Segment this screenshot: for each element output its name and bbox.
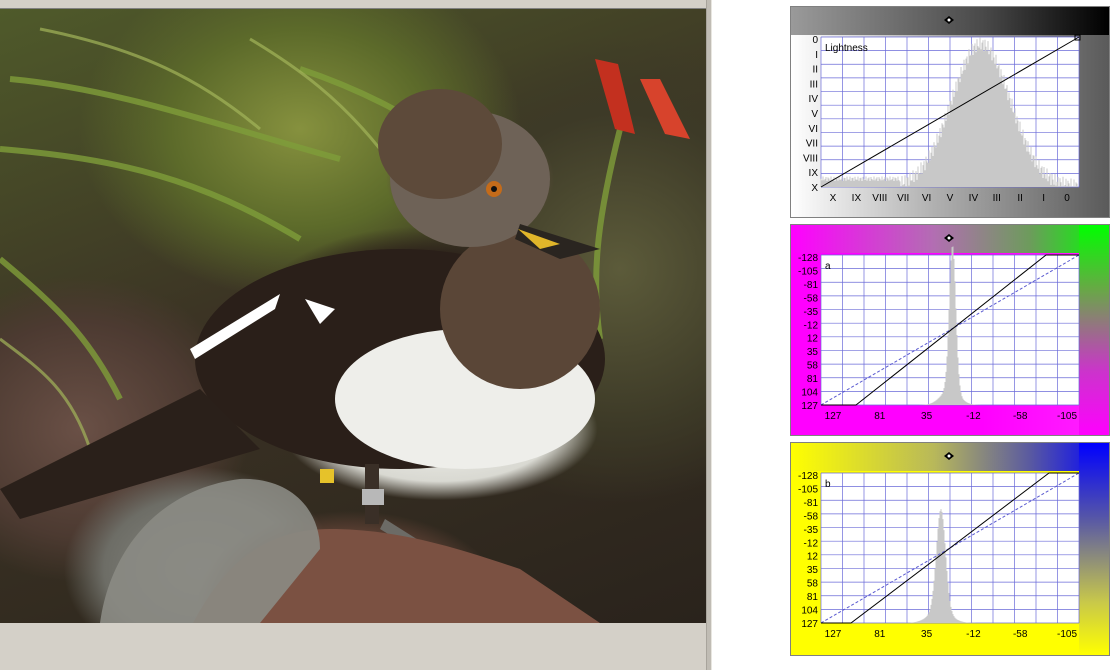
x-tick-label: -58 [1013,411,1028,422]
y-tick-label: -128 [798,253,818,264]
y-tick-label: II [812,65,818,76]
y-tick-label: 104 [801,606,818,617]
lightness-plot[interactable]: Lightness 0IIIIIIIVVVIVIIVIIIIXX X IX VIII… [791,7,1111,219]
y-tick-label: -128 [798,471,818,482]
y-tick-label: 104 [801,388,818,399]
x-tick-label: 35 [921,629,933,640]
x-tick-label: 81 [874,629,886,640]
x-tick-labels: X IX VIII VII VI V IV III II I 0 [830,193,1071,204]
x-tick-label: 0 [1064,193,1070,204]
y-tick-label: 58 [807,579,819,590]
y-tick-label: -12 [804,538,819,549]
x-tick-labels: 127 81 35 -12 -58 -105 [825,411,1078,422]
x-tick-labels: 127 81 35 -12 -58 -105 [825,629,1078,640]
y-tick-label: -81 [804,280,819,291]
y-tick-label: -105 [798,266,818,277]
image-view [0,0,710,670]
a-plot[interactable]: a -128 -105 -81 -58 -35 -12 12 35 58 81 104 127 127… [791,225,1111,437]
y-tick-labels: -128 -105 -81 -58 -35 -12 12 35 58 81 104 127 [798,253,818,412]
b-curve-panel: b -128 -105 -81 -58 -35 -12 12 35 58 81 104 127 127… [790,442,1110,656]
lightness-curve-panel: Lightness 0 I II III IV V VI VII VIII IX X X IX VIII… [790,6,1110,218]
x-tick-label: -12 [966,629,981,640]
y-tick-label: III [810,79,818,90]
x-tick-label: 127 [825,411,842,422]
y-tick-label: 35 [807,347,819,358]
y-tick-label: 81 [807,374,819,385]
x-tick-label: -12 [966,411,981,422]
status-strip [0,623,706,670]
x-tick-label: I [1042,193,1045,204]
y-tick-labels: 0IIIIIIIVVVIVIIVIIIIXX [803,35,818,194]
y-tick-label: 12 [807,552,819,563]
y-tick-label: VI [809,124,818,135]
x-tick-label: VII [897,193,909,204]
y-tick-label: -58 [804,293,819,304]
y-tick-label: 127 [801,619,818,630]
a-curve-panel: a -128 -105 -81 -58 -35 -12 12 35 58 81 104 127 127… [790,224,1110,436]
x-tick-label: 127 [825,629,842,640]
y-tick-label: -81 [804,498,819,509]
y-tick-label: -35 [804,307,819,318]
x-tick-label: VI [922,193,931,204]
y-tick-label: V [811,109,818,120]
x-tick-label: IX [852,193,862,204]
plot-label: b [825,479,831,490]
x-tick-label: V [947,193,954,204]
y-tick-label: 81 [807,592,819,603]
y-tick-label: 12 [807,334,819,345]
y-tick-label: 58 [807,361,819,372]
y-tick-label: -105 [798,484,818,495]
y-tick-label: -58 [804,511,819,522]
x-tick-label: 81 [874,411,886,422]
y-tick-label: -12 [804,320,819,331]
x-tick-label: X [830,193,837,204]
y-tick-label: 127 [801,401,818,412]
x-tick-label: VIII [872,193,887,204]
x-tick-label: -58 [1013,629,1028,640]
y-tick-label: IX [809,168,819,179]
photo-illustration [0,27,690,623]
x-tick-label: II [1017,193,1023,204]
y-tick-label: VII [806,139,818,150]
b-plot[interactable]: b -128 -105 -81 -58 -35 -12 12 35 58 81 104 127 127… [791,443,1111,657]
x-tick-label: IV [969,193,979,204]
y-tick-label: IV [809,94,819,105]
y-tick-label: -35 [804,525,819,536]
y-tick-label: VIII [803,153,818,164]
y-tick-label: I [815,50,818,61]
duck-photo [0,8,706,623]
plot-label: a [825,261,831,272]
x-tick-label: III [993,193,1001,204]
x-tick-label: -105 [1057,629,1077,640]
x-tick-label: -105 [1057,411,1077,422]
y-tick-label: 35 [807,565,819,576]
y-tick-label: X [811,183,818,194]
plot-label: Lightness [825,43,868,54]
x-tick-label: 35 [921,411,933,422]
y-tick-labels: -128 -105 -81 -58 -35 -12 12 35 58 81 104 127 [798,471,818,630]
y-tick-label: 0 [812,35,818,46]
